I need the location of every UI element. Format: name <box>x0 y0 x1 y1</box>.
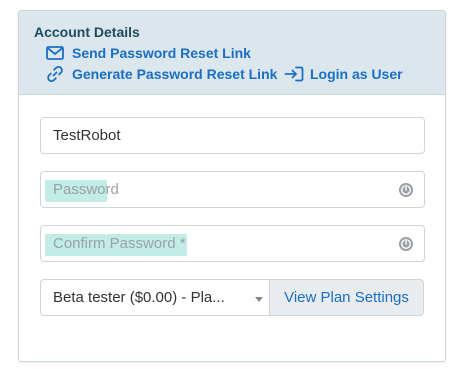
username-field[interactable]: TestRobot <box>40 117 425 154</box>
confirm-password-reveal-icon[interactable] <box>398 236 414 252</box>
plan-select[interactable]: Beta tester ($0.00) - Pla... <box>40 279 269 316</box>
envelope-icon <box>46 44 68 62</box>
account-details-header: Account Details Send Password Reset Link <box>19 11 445 95</box>
username-value: TestRobot <box>53 127 121 144</box>
link-icon <box>46 65 68 83</box>
confirm-password-placeholder-wrap: Confirm Password * <box>41 234 187 256</box>
password-placeholder-wrap: Password <box>41 180 119 202</box>
password-reveal-icon[interactable] <box>398 182 414 198</box>
chevron-down-icon <box>255 297 263 302</box>
password-placeholder: Password <box>53 181 119 198</box>
confirm-password-placeholder: Confirm Password * <box>53 235 186 252</box>
account-details-title: Account Details <box>34 24 140 40</box>
confirm-password-field[interactable]: Confirm Password * <box>40 225 425 262</box>
plan-row: Beta tester ($0.00) - Pla... View Plan S… <box>40 279 424 316</box>
account-card: Account Details Send Password Reset Link <box>18 10 446 362</box>
send-password-reset-label: Send Password Reset Link <box>72 45 251 61</box>
view-plan-settings-button[interactable]: View Plan Settings <box>269 279 424 316</box>
password-field[interactable]: Password <box>40 171 425 208</box>
account-form: TestRobot Password Confirm Password * Be… <box>19 95 445 361</box>
sign-in-icon <box>284 65 306 83</box>
login-as-user-label: Login as User <box>310 66 403 82</box>
send-password-reset-link[interactable]: Send Password Reset Link <box>46 44 251 62</box>
page: Account Details Send Password Reset Link <box>0 0 471 369</box>
plan-select-value: Beta tester ($0.00) - Pla... <box>53 289 225 306</box>
generate-password-reset-label: Generate Password Reset Link <box>72 66 278 82</box>
generate-password-reset-link[interactable]: Generate Password Reset Link <box>46 65 277 83</box>
login-as-user-link[interactable]: Login as User <box>284 65 403 83</box>
